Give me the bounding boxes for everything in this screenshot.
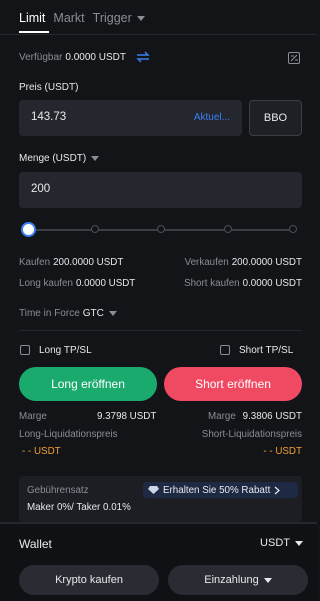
- chevron-right-icon: [274, 486, 281, 494]
- quantity-label-text: Menge (USDT): [19, 153, 87, 164]
- tab-trigger-label: Trigger: [92, 11, 132, 25]
- tab-trigger[interactable]: Trigger: [93, 9, 145, 31]
- buy-amount: Kaufen 200.0000 USDT: [19, 257, 123, 268]
- transfer-icon[interactable]: [136, 51, 150, 63]
- slider-handle[interactable]: [21, 222, 36, 237]
- quantity-input[interactable]: 200: [19, 172, 302, 208]
- short-liquidation-label: Short-Liquidationspreis: [201, 429, 302, 440]
- short-buy-label: Short kaufen: [184, 278, 240, 289]
- available-label: Verfügbar: [19, 52, 63, 63]
- slider-step-75[interactable]: [224, 225, 232, 233]
- available-balance: Verfügbar 0.0000 USDT: [19, 52, 126, 63]
- quantity-value: 200: [31, 183, 51, 195]
- chevron-down-icon: [108, 310, 117, 316]
- open-long-button[interactable]: Long eröffnen: [19, 367, 157, 401]
- sell-label: Verkaufen: [184, 257, 229, 268]
- short-tpsl-checkbox[interactable]: [220, 345, 230, 355]
- long-buy-value: 0.0000 USDT: [75, 278, 136, 289]
- long-margin-label: Marge: [19, 411, 47, 422]
- time-in-force-select[interactable]: Time in Force GTC: [19, 308, 117, 319]
- short-tpsl-label: Short TP/SL: [239, 345, 294, 356]
- long-buy-label: Long kaufen: [19, 278, 73, 289]
- diamond-icon: [148, 486, 159, 494]
- chevron-down-icon: [295, 540, 303, 546]
- tab-limit[interactable]: Limit: [19, 9, 45, 31]
- sell-value: 200.0000 USDT: [231, 257, 302, 268]
- wallet-currency: USDT: [260, 537, 290, 549]
- fee-rate-label: Gebührensatz: [27, 485, 89, 496]
- price-label: Preis (USDT): [19, 82, 79, 93]
- short-margin-label: Marge: [208, 411, 236, 422]
- short-liquidation-value: - - USDT: [263, 446, 302, 457]
- calculator-icon[interactable]: [288, 52, 300, 64]
- short-margin-value: 9.3806 USDT: [242, 411, 302, 422]
- slider-step-50[interactable]: [157, 225, 165, 233]
- quantity-label[interactable]: Menge (USDT): [19, 153, 100, 164]
- price-last-link[interactable]: Aktuel...: [194, 112, 230, 123]
- short-buy-amount: Short kaufen 0.0000 USDT: [184, 278, 302, 289]
- price-value: 143.73: [31, 111, 67, 123]
- chevron-down-icon: [91, 155, 100, 161]
- chevron-down-icon: [263, 577, 272, 583]
- short-buy-value: 0.0000 USDT: [242, 278, 302, 289]
- chevron-down-icon: [136, 16, 145, 22]
- time-in-force-value: GTC: [82, 308, 104, 319]
- wallet-label: Wallet: [19, 537, 52, 551]
- buy-label: Kaufen: [19, 257, 51, 268]
- buy-crypto-button[interactable]: Krypto kaufen: [19, 565, 159, 595]
- fee-rate-value: Maker 0%/ Taker 0.01%: [27, 502, 131, 513]
- long-buy-amount: Long kaufen 0.0000 USDT: [19, 278, 135, 289]
- rebate-banner[interactable]: Erhalten Sie 50% Rabatt: [143, 482, 298, 498]
- slider-step-25[interactable]: [91, 225, 99, 233]
- sell-amount: Verkaufen 200.0000 USDT: [185, 257, 302, 268]
- divider: [19, 330, 302, 331]
- long-margin-value: 9.3798 USDT: [97, 411, 157, 422]
- deposit-label: Einzahlung: [204, 574, 259, 586]
- slider-step-100[interactable]: [289, 225, 297, 233]
- order-type-tabs: Limit Markt Trigger: [19, 9, 153, 31]
- long-tpsl-label: Long TP/SL: [39, 345, 92, 356]
- long-liquidation-label: Long-Liquidationspreis: [19, 429, 118, 440]
- wallet-currency-select[interactable]: USDT: [260, 537, 303, 549]
- rebate-text: Erhalten Sie 50% Rabatt: [163, 484, 271, 496]
- price-input[interactable]: 143.73 Aktuel...: [19, 100, 242, 136]
- tab-market[interactable]: Markt: [53, 9, 84, 31]
- buy-value: 200.0000 USDT: [53, 257, 124, 268]
- time-in-force-label: Time in Force: [19, 308, 80, 319]
- long-liquidation-value: - - USDT: [22, 446, 61, 457]
- bbo-button[interactable]: BBO: [249, 100, 302, 136]
- available-value: 0.0000 USDT: [65, 52, 126, 63]
- open-short-button[interactable]: Short eröffnen: [164, 367, 302, 401]
- divider: [0, 34, 317, 35]
- deposit-button[interactable]: Einzahlung: [168, 565, 308, 595]
- active-tab-indicator: [19, 31, 49, 33]
- long-tpsl-checkbox[interactable]: [20, 345, 30, 355]
